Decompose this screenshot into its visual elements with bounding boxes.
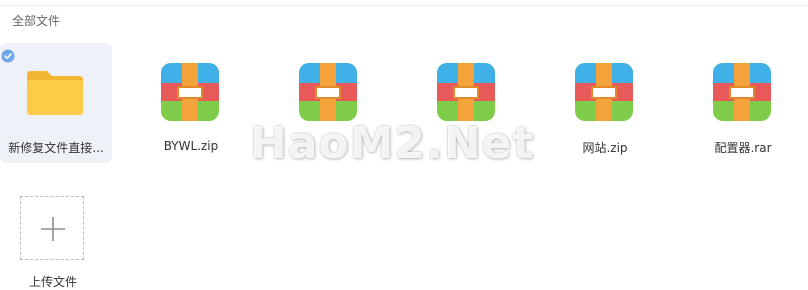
- breadcrumb[interactable]: 全部文件: [12, 12, 60, 29]
- archive-icon: [161, 63, 219, 121]
- archive-icon: [299, 63, 357, 121]
- archive-icon: [437, 63, 495, 121]
- selected-check-icon[interactable]: [1, 49, 15, 63]
- upload-label[interactable]: 上传文件: [12, 273, 94, 290]
- archive-icon: [713, 63, 771, 121]
- folder-icon: [27, 71, 83, 115]
- file-item-folder[interactable]: 新修复文件直接...: [0, 43, 112, 163]
- file-name: 新修复文件直接...: [8, 141, 104, 155]
- file-item-archive[interactable]: 配置器.rar: [687, 43, 799, 163]
- file-item-archive[interactable]: 网站.zip: [549, 43, 661, 163]
- upload-button[interactable]: [20, 196, 84, 260]
- file-name: 网站.zip: [582, 141, 628, 155]
- top-divider: [0, 5, 808, 6]
- file-item-archive[interactable]: BYWL.zip: [135, 43, 247, 163]
- file-name: 配置器.rar: [714, 141, 772, 155]
- archive-icon: [575, 63, 633, 121]
- plus-icon: [41, 217, 65, 241]
- file-item-archive[interactable]: [411, 43, 523, 163]
- file-item-archive[interactable]: [273, 43, 385, 163]
- file-name: BYWL.zip: [163, 139, 219, 153]
